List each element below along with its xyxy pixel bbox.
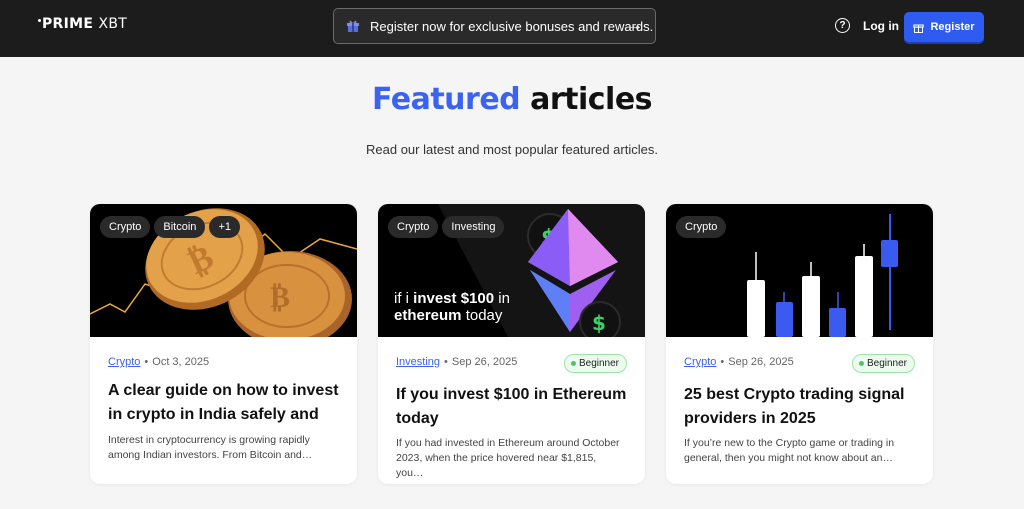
caption-part: if i [394, 290, 409, 307]
badge-label: Beginner [578, 358, 619, 369]
article-card-signal-providers[interactable]: Crypto Crypto • Sep 26, 2025 Beginner 25… [666, 204, 933, 484]
difficulty-badge: Beginner [851, 354, 915, 373]
caption-bold: invest $100 [413, 290, 495, 307]
badge-dot-icon [570, 361, 576, 366]
article-image-bitcoin-coins: ₿ ₿ Crypto Bitcoin +1 [90, 204, 357, 337]
gift-icon [347, 20, 359, 32]
meta-separator: • [444, 356, 448, 368]
arrow-right-icon: → [627, 17, 643, 34]
article-meta: Crypto • Oct 3, 2025 [108, 356, 209, 368]
difficulty-badge: Beginner [563, 354, 627, 373]
tag-list: Crypto [676, 216, 727, 238]
register-button[interactable]: Register [904, 12, 984, 42]
badge-dot-icon [858, 361, 864, 366]
article-date: Sep 26, 2025 [451, 356, 518, 368]
article-title[interactable]: If you invest $100 in Ethereum today [396, 383, 631, 431]
tag-bitcoin[interactable]: Bitcoin [154, 216, 206, 238]
tag-more[interactable]: +1 [209, 216, 240, 238]
register-label: Register [930, 21, 975, 33]
article-image-ethereum: $ $ Crypto Investing if i invest $100 in… [378, 204, 645, 337]
meta-separator: • [720, 356, 725, 368]
logo-prime-text: PRIME [42, 16, 94, 32]
tag-crypto[interactable]: Crypto [100, 216, 151, 238]
tag-list: Crypto Bitcoin +1 [100, 216, 240, 238]
caption-bold: ethereum [394, 307, 462, 324]
page-subtitle: Read our latest and most popular feature… [366, 142, 658, 157]
article-meta: Crypto • Sep 26, 2025 [684, 356, 794, 368]
article-title[interactable]: A clear guide on how to invest in crypto… [108, 379, 343, 427]
title-rest: articles [530, 82, 653, 117]
badge-label: Beginner [866, 358, 907, 369]
register-promo-banner[interactable]: Register now for exclusive bonuses and r… [333, 8, 656, 44]
title-accent: Featured [371, 82, 521, 117]
gift-icon [913, 24, 925, 33]
svg-text:$: $ [592, 311, 606, 335]
article-image-candlesticks: Crypto [666, 204, 933, 337]
tag-crypto[interactable]: Crypto [388, 216, 439, 238]
article-description: If you’re new to the Crypto game or trad… [684, 437, 895, 464]
svg-text:₿: ₿ [270, 280, 290, 315]
article-title[interactable]: 25 best Crypto trading signal providers … [684, 383, 919, 431]
promo-text: Register now for exclusive bonuses and r… [370, 18, 654, 34]
top-navigation-bar: PRIME XBT Register now for exclusive bon… [0, 0, 1024, 57]
page-title: Featured articles [0, 82, 1024, 117]
article-date: Sep 26, 2025 [728, 356, 794, 368]
article-card-india-crypto-guide[interactable]: ₿ ₿ Crypto Bitcoin +1 Crypto • Oct 3, 20… [90, 204, 357, 484]
primexbt-logo[interactable]: PRIME XBT [38, 16, 127, 32]
article-category-link[interactable]: Crypto [108, 356, 140, 368]
article-description: If you had invested in Ethereum around O… [396, 437, 620, 479]
meta-separator: • [144, 356, 149, 368]
logo-xbt-text: XBT [98, 16, 128, 32]
article-meta: Investing • Sep 26, 2025 [396, 356, 517, 368]
help-icon[interactable]: ? [835, 18, 850, 33]
tag-crypto[interactable]: Crypto [676, 216, 727, 238]
article-description: Interest in cryptocurrency is growing ra… [108, 434, 313, 461]
article-category-link[interactable]: Crypto [684, 356, 716, 368]
logo-dot [38, 19, 41, 22]
image-caption: if i invest $100 in ethereum today [394, 290, 510, 324]
tag-investing[interactable]: Investing [442, 216, 505, 238]
caption-part: in [498, 290, 510, 307]
article-card-ethereum-100[interactable]: $ $ Crypto Investing if i invest $100 in… [378, 204, 645, 484]
login-link[interactable]: Log in [863, 19, 899, 33]
help-icon-glyph: ? [839, 20, 846, 31]
article-category-link[interactable]: Investing [396, 356, 440, 368]
tag-list: Crypto Investing [388, 216, 505, 238]
article-date: Oct 3, 2025 [152, 356, 210, 368]
caption-part: today [465, 307, 503, 324]
